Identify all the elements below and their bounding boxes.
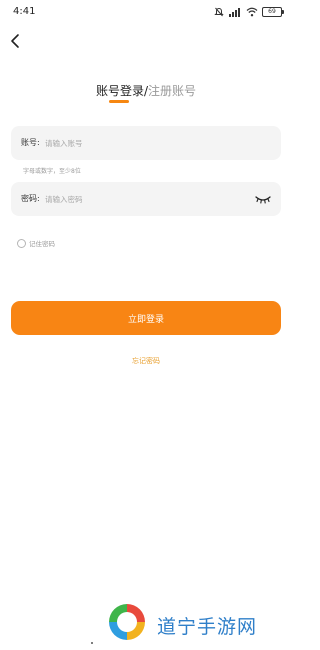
wifi-icon [246, 7, 258, 17]
password-input[interactable] [45, 188, 245, 210]
battery-icon: 69 [262, 7, 284, 17]
forgot-password-link[interactable]: 忘记密码 [0, 356, 292, 366]
radio-icon [17, 238, 26, 248]
chevron-left-icon [11, 34, 19, 48]
status-time: 4:41 [13, 6, 36, 17]
status-bar: 4:41 69 [0, 0, 292, 26]
account-hint: 字母或数字，至少8位 [23, 168, 81, 175]
auth-tabs: 账号登录/注册账号 [0, 82, 292, 99]
eye-closed-icon[interactable] [254, 193, 272, 205]
account-field: 账号: [11, 126, 281, 160]
remember-password-label: 记住密码 [29, 240, 55, 248]
mute-bell-icon [214, 7, 224, 17]
watermark: 道宁手游网 [105, 600, 285, 644]
password-field: 密码: [11, 182, 281, 216]
decorative-dot [91, 642, 93, 644]
status-icons: 69 [214, 7, 284, 17]
tab-register[interactable]: 注册账号 [148, 84, 196, 98]
watermark-text: 道宁手游网 [157, 616, 258, 638]
account-input[interactable] [45, 132, 245, 154]
tab-login[interactable]: 账号登录 [96, 82, 144, 99]
signal-icon [229, 8, 240, 17]
active-tab-indicator [109, 100, 129, 103]
account-label: 账号: [21, 138, 40, 147]
login-button[interactable]: 立即登录 [11, 301, 281, 335]
watermark-logo-icon [109, 604, 145, 640]
remember-password-checkbox[interactable]: 记住密码 [17, 238, 55, 248]
back-button[interactable] [6, 31, 26, 51]
password-label: 密码: [21, 194, 40, 203]
